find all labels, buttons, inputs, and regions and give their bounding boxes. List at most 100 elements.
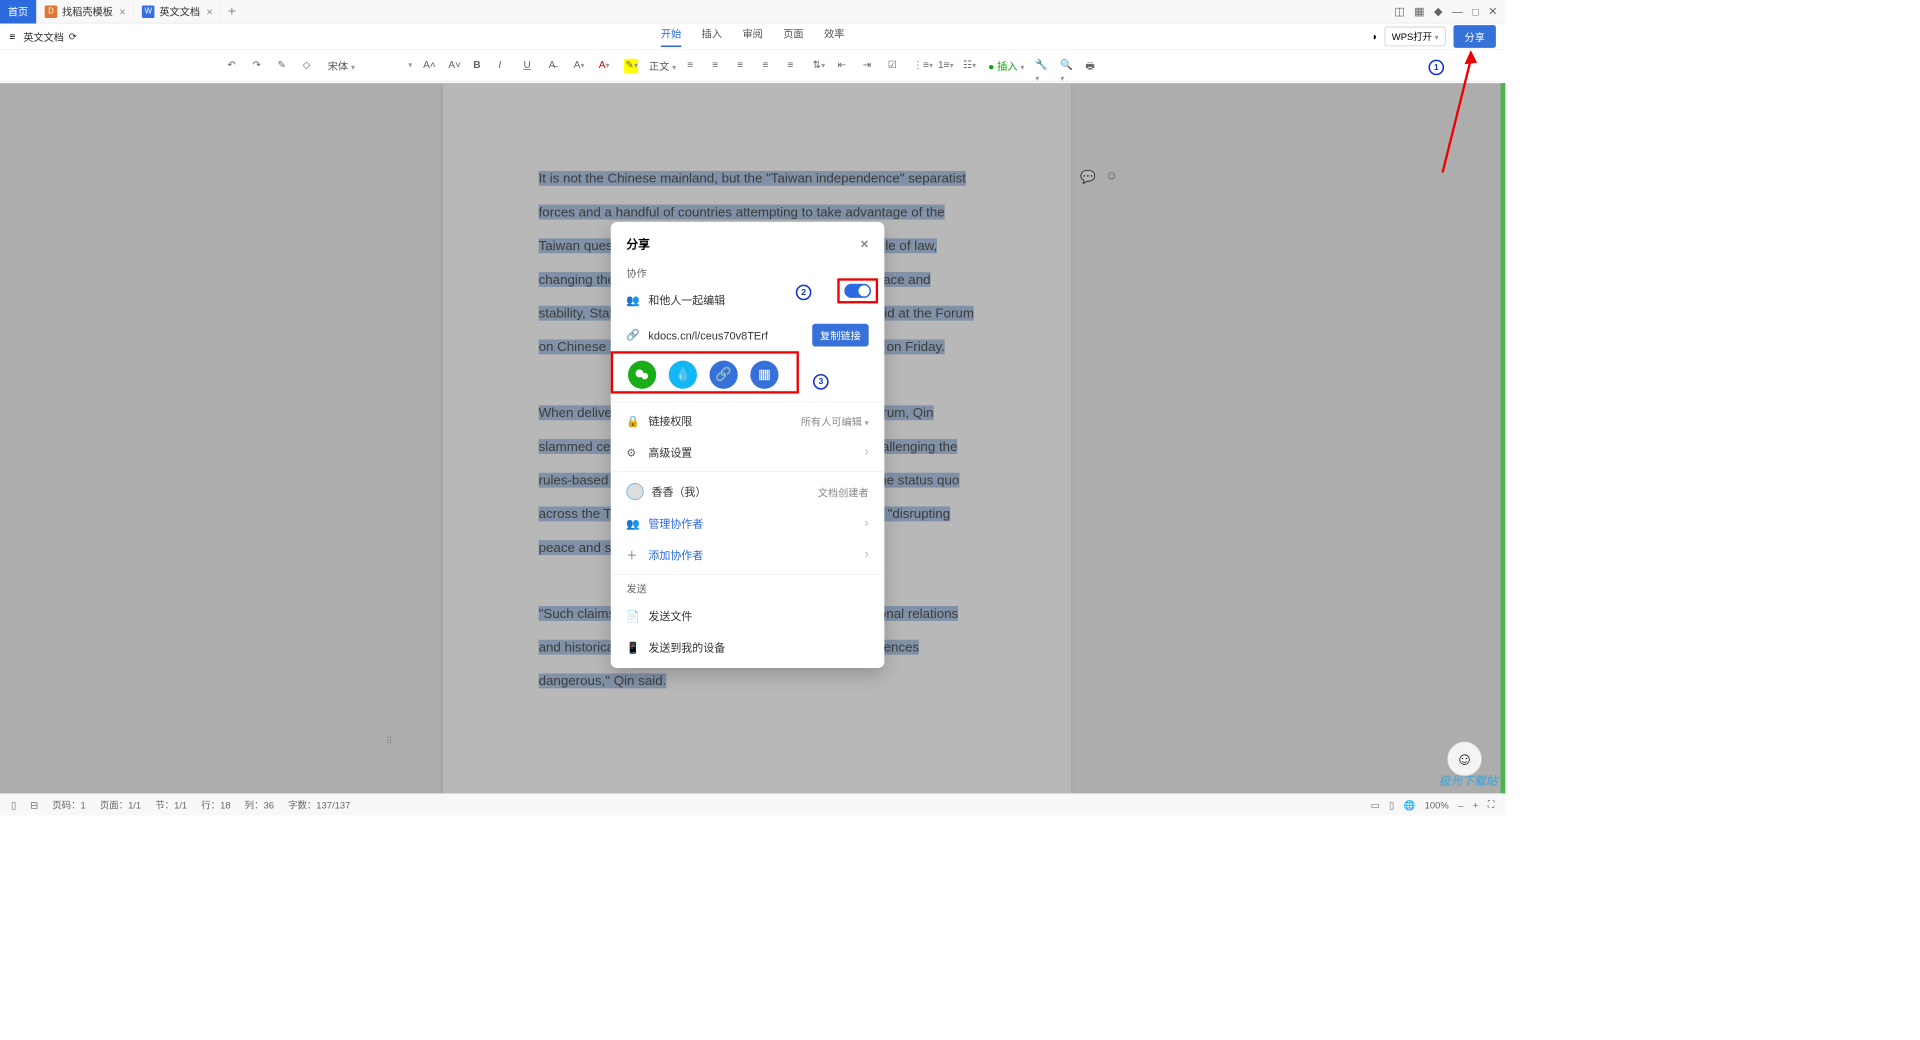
close-icon[interactable]: ×	[119, 5, 125, 18]
bullet-list-icon[interactable]: ⋮≡▾	[913, 58, 927, 72]
fullscreen-icon[interactable]: ⛶	[1488, 799, 1495, 811]
tools-icon[interactable]: 🔧▾	[1035, 58, 1049, 72]
file-tab[interactable]: 英文文档⟳	[23, 29, 77, 44]
menu-page[interactable]: 页面	[783, 26, 803, 47]
tab-document[interactable]: W英文文档×	[134, 0, 221, 23]
menu-efficiency[interactable]: 效率	[824, 26, 844, 47]
search-icon[interactable]: 🔍▾	[1060, 58, 1074, 72]
add-tab-button[interactable]: +	[228, 3, 236, 19]
indent-decrease-icon[interactable]: ⇤	[838, 58, 852, 72]
status-page: 页码：1	[52, 798, 85, 811]
strikethrough-icon[interactable]: A̶	[549, 58, 563, 72]
refresh-icon[interactable]: ⟳	[69, 30, 78, 43]
print-icon[interactable]: 🖶	[1085, 58, 1099, 72]
underline-icon[interactable]: U	[523, 58, 537, 72]
user-row: 香香（我） 文档创建者	[611, 475, 885, 508]
advanced-row[interactable]: ⚙ 高级设置 ›	[611, 437, 885, 468]
align-distribute-icon[interactable]: ≡	[787, 58, 801, 72]
close-icon[interactable]: ×	[206, 5, 212, 18]
tab-daoketemplates[interactable]: D 找稻壳模板 ×	[37, 0, 134, 23]
font-color-icon[interactable]: A▾	[599, 58, 613, 72]
menu-tabs: 开始 插入 审阅 页面 效率	[661, 26, 845, 47]
menu-start[interactable]: 开始	[661, 26, 681, 47]
section-send: 发送	[611, 578, 885, 601]
italic-icon[interactable]: I	[498, 58, 512, 72]
zoom-level[interactable]: 100%	[1425, 799, 1449, 810]
tab-label: 找稻壳模板	[62, 4, 113, 19]
bold-icon[interactable]: B	[473, 58, 487, 72]
share-button[interactable]: 分享	[1454, 25, 1496, 48]
font-increase-icon[interactable]: A˄	[423, 58, 437, 72]
permission-label: 链接权限	[648, 413, 692, 429]
status-pages: 页面：1/1	[100, 798, 141, 811]
menu-review[interactable]: 审阅	[742, 26, 762, 47]
status-section: 节：1/1	[155, 798, 187, 811]
multilevel-list-icon[interactable]: ☷▾	[963, 58, 977, 72]
scrollbar-indicator[interactable]	[1501, 83, 1506, 793]
close-icon[interactable]: ×	[860, 236, 868, 252]
apps-icon[interactable]: ▦	[1414, 5, 1424, 18]
minimize-icon[interactable]: —	[1452, 5, 1463, 18]
permission-row[interactable]: 🔒 链接权限 所有人可编辑 ▾	[611, 405, 885, 436]
wps-open-button[interactable]: WPS打开 ▾	[1385, 27, 1446, 47]
view-mode2-icon[interactable]: ▯	[1389, 799, 1394, 810]
view-split-icon[interactable]: ⊟	[30, 799, 38, 810]
insert-button[interactable]: ● 插入 ▾	[988, 58, 1024, 73]
callout-1: 1	[1428, 60, 1444, 76]
callout-3: 3	[813, 374, 829, 390]
layout-icon[interactable]: ◫	[1394, 5, 1404, 18]
toolbar: ↶ ↷ ✎ ◇ 宋体 ▾ ▾ A˄ A˅ B I U A̶ A▾ A▾ ✎▾ 正…	[0, 50, 1505, 81]
align-right-icon[interactable]: ≡	[737, 58, 751, 72]
align-justify-icon[interactable]: ≡	[762, 58, 776, 72]
chevron-right-icon: ›	[864, 548, 868, 562]
link-row: 🔗 kdocs.cn/l/ceus70v8TErf 复制链接	[611, 316, 885, 354]
share-link: kdocs.cn/l/ceus70v8TErf	[648, 329, 768, 342]
redo-icon[interactable]: ↷	[252, 58, 266, 72]
line-spacing-icon[interactable]: ⇅▾	[813, 58, 827, 72]
daoke-icon: D	[45, 5, 58, 18]
maximize-icon[interactable]: □	[1472, 5, 1479, 18]
add-collab-row[interactable]: ＋ 添加协作者 ›	[611, 539, 885, 570]
align-left-icon[interactable]: ≡	[687, 58, 701, 72]
font-select[interactable]: 宋体 ▾	[328, 58, 355, 73]
red-highlight-box	[837, 278, 878, 303]
tab-home[interactable]: 首页	[0, 0, 37, 23]
view-mode-icon[interactable]: ▭	[1371, 799, 1380, 810]
zoom-out-icon[interactable]: –	[1458, 799, 1463, 810]
send-file-row[interactable]: 📄 发送文件	[611, 601, 885, 632]
view-page-icon[interactable]: ▯	[11, 799, 16, 810]
zoom-in-icon[interactable]: +	[1473, 799, 1479, 810]
globe-icon[interactable]: 🌐	[1404, 799, 1416, 810]
copy-link-button[interactable]: 复制链接	[812, 324, 868, 347]
word-icon: W	[142, 5, 155, 18]
clear-format-icon[interactable]: ◇	[303, 58, 317, 72]
statusbar: ▯ ⊟ 页码：1 页面：1/1 节：1/1 行：18 列：36 字数：137/1…	[0, 793, 1505, 815]
close-window-icon[interactable]: ✕	[1488, 5, 1497, 18]
cloud-icon[interactable]: ◑	[1371, 31, 1377, 43]
notify-icon[interactable]: ◆	[1434, 5, 1442, 18]
dialog-title: 分享	[626, 236, 650, 252]
undo-icon[interactable]: ↶	[227, 58, 241, 72]
avatar	[626, 483, 643, 500]
send-file-label: 发送文件	[648, 608, 692, 624]
style-select[interactable]: 正文 ▾	[649, 58, 676, 73]
checklist-icon[interactable]: ☑	[888, 58, 902, 72]
hamburger-icon[interactable]: ≡	[9, 31, 15, 43]
status-col: 列：36	[245, 798, 274, 811]
font-decrease-icon[interactable]: A˅	[448, 58, 462, 72]
indent-increase-icon[interactable]: ⇥	[863, 58, 877, 72]
font-effect-icon[interactable]: A▾	[574, 58, 588, 72]
permission-value: 所有人可编辑 ▾	[801, 414, 869, 429]
send-device-row[interactable]: 📱 发送到我的设备	[611, 632, 885, 663]
add-person-icon: ＋	[626, 547, 640, 563]
assistant-button[interactable]: ☺	[1447, 742, 1481, 776]
manage-collab-row[interactable]: 👥 管理协作者 ›	[611, 508, 885, 539]
menu-insert[interactable]: 插入	[702, 26, 722, 47]
align-center-icon[interactable]: ≡	[712, 58, 726, 72]
titlebar: 首页 D 找稻壳模板 × W英文文档× + ◫ ▦ ◆ — □ ✕	[0, 0, 1505, 24]
numbered-list-icon[interactable]: 1≡▾	[938, 58, 952, 72]
collab-toggle[interactable]	[844, 284, 871, 298]
gear-icon: ⚙	[626, 446, 640, 459]
highlight-icon[interactable]: ✎▾	[624, 58, 638, 72]
format-painter-icon[interactable]: ✎	[278, 58, 292, 72]
